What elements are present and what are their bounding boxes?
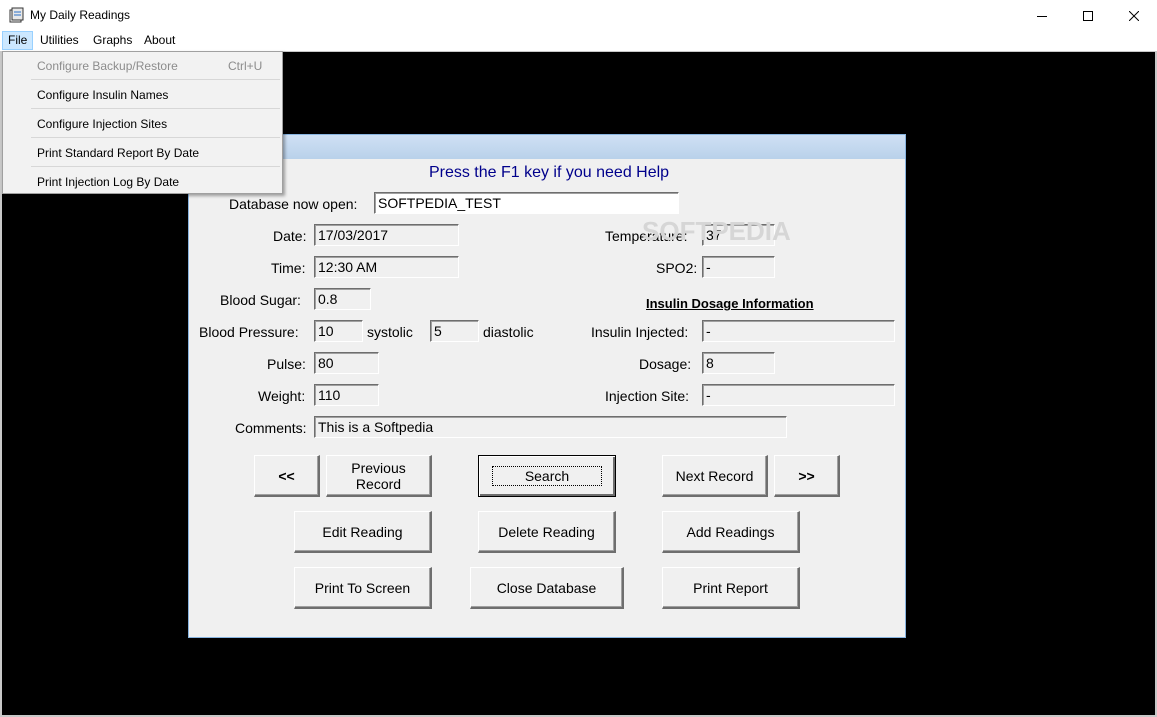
close-window-button[interactable] xyxy=(1111,0,1157,31)
blood-sugar-field[interactable]: 0.8 xyxy=(314,288,371,310)
print-report-button[interactable]: Print Report xyxy=(662,567,800,609)
title-bar: My Daily Readings xyxy=(0,0,1157,31)
injection-site-field[interactable]: - xyxy=(702,384,895,406)
maximize-icon xyxy=(1083,10,1093,21)
spo2-field[interactable]: - xyxy=(702,256,775,278)
dosage-field[interactable]: 8 xyxy=(702,352,775,374)
date-field[interactable]: 17/03/2017 xyxy=(314,224,459,246)
next-record-button[interactable]: Next Record xyxy=(662,455,768,497)
minimize-button[interactable] xyxy=(1019,0,1065,31)
menu-about[interactable]: About xyxy=(138,31,181,50)
app-icon xyxy=(9,7,24,23)
time-label: Time: xyxy=(271,260,306,276)
menu-file[interactable]: File xyxy=(2,31,34,50)
delete-reading-button[interactable]: Delete Reading xyxy=(478,511,616,553)
print-to-screen-button[interactable]: Print To Screen xyxy=(294,567,432,609)
blood-pressure-label: Blood Pressure: xyxy=(199,324,299,340)
diastolic-field[interactable]: 5 xyxy=(430,320,479,342)
database-label: Database now open: xyxy=(229,196,358,212)
softpedia-watermark: SOFTPEDIA xyxy=(642,216,791,246)
weight-field[interactable]: 110 xyxy=(314,384,379,406)
menu-separator xyxy=(31,166,280,167)
menu-separator xyxy=(31,79,280,80)
time-field[interactable]: 12:30 AM xyxy=(314,256,459,278)
diastolic-label: diastolic xyxy=(483,324,534,340)
injection-site-label: Injection Site: xyxy=(605,388,690,404)
edit-reading-button[interactable]: Edit Reading xyxy=(294,511,432,553)
menu-utilities[interactable]: Utilities xyxy=(34,31,85,50)
add-readings-button[interactable]: Add Readings xyxy=(662,511,800,553)
menu-print-standard-report[interactable]: Print Standard Report By Date xyxy=(4,139,281,167)
readings-form: Press the F1 key if you need Help Databa… xyxy=(188,134,906,638)
blood-sugar-label: Blood Sugar: xyxy=(220,292,301,308)
menu-configure-backup-restore[interactable]: Configure Backup/Restore Ctrl+U xyxy=(4,52,281,80)
menu-configure-insulin-names[interactable]: Configure Insulin Names xyxy=(4,81,281,109)
insulin-injected-label: Insulin Injected: xyxy=(591,324,689,340)
previous-record-button[interactable]: Previous Record xyxy=(326,455,432,497)
weight-label: Weight: xyxy=(258,388,306,404)
comments-field[interactable]: This is a Softpedia xyxy=(314,416,787,438)
insulin-dosage-heading: Insulin Dosage Information xyxy=(646,296,814,311)
window-title: My Daily Readings xyxy=(30,8,131,22)
insulin-injected-field[interactable]: - xyxy=(702,320,895,342)
menu-print-injection-log[interactable]: Print Injection Log By Date xyxy=(4,168,281,196)
close-database-button[interactable]: Close Database xyxy=(470,567,624,609)
pulse-field[interactable]: 80 xyxy=(314,352,379,374)
systolic-label: systolic xyxy=(367,324,413,340)
systolic-field[interactable]: 10 xyxy=(314,320,363,342)
help-text: Press the F1 key if you need Help xyxy=(428,164,670,181)
menu-graphs[interactable]: Graphs xyxy=(87,31,138,50)
database-field[interactable]: SOFTPEDIA_TEST xyxy=(374,192,679,214)
file-menu-dropdown: Configure Backup/Restore Ctrl+U Configur… xyxy=(2,51,283,194)
dosage-label: Dosage: xyxy=(639,356,692,372)
menu-separator xyxy=(31,137,280,138)
close-icon xyxy=(1129,10,1139,21)
last-record-button[interactable]: >> xyxy=(774,455,840,497)
first-record-button[interactable]: << xyxy=(254,455,320,497)
menu-configure-injection-sites[interactable]: Configure Injection Sites xyxy=(4,110,281,138)
pulse-label: Pulse: xyxy=(267,356,306,372)
form-title-bar[interactable] xyxy=(189,135,905,159)
date-label: Date: xyxy=(273,228,307,244)
spo2-label: SPO2: xyxy=(656,260,698,276)
menu-bar: File Utilities Graphs About xyxy=(0,31,1157,51)
comments-label: Comments: xyxy=(235,420,307,436)
menu-separator xyxy=(31,108,280,109)
search-button[interactable]: Search xyxy=(478,455,616,497)
maximize-button[interactable] xyxy=(1065,0,1111,31)
minimize-icon xyxy=(1037,15,1047,17)
